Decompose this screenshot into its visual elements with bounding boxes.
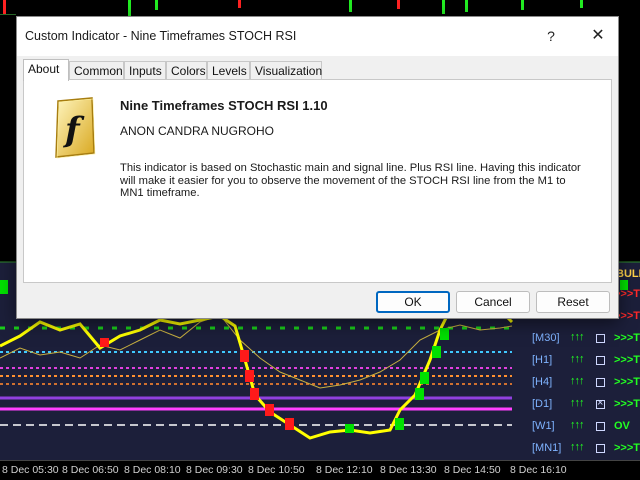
indicator-script-icon: f: [55, 97, 96, 159]
timeframe-row: [MN1] ↑↑↑ >>>T: [512, 438, 640, 460]
tab-levels[interactable]: Levels: [207, 61, 250, 81]
timeframe-name: [W1]: [532, 420, 555, 432]
timeframe-row: [M30] ↑↑↑ >>>T: [512, 328, 640, 350]
arrow-up-icon: ↑↑↑: [570, 419, 584, 431]
timeframe-signal: >>>T: [614, 442, 640, 454]
close-button[interactable]: ✕: [586, 25, 610, 47]
time-label: 8 Dec 10:50: [248, 464, 305, 476]
time-label: 8 Dec 16:10: [510, 464, 567, 476]
tab-inputs[interactable]: Inputs: [124, 61, 166, 81]
timeframe-row: [H1] ↑↑↑ >>>T: [512, 350, 640, 372]
timeframe-name: [H1]: [532, 354, 553, 366]
timeframe-signal: >>>T: [614, 354, 640, 366]
arrow-up-icon: ↑↑↑: [570, 353, 584, 365]
panel-header: BULL: [616, 268, 640, 280]
arrow-up-icon: ↑↑↑: [570, 397, 584, 409]
tab-about[interactable]: About: [23, 59, 69, 81]
timeframe-name: [H4]: [532, 376, 553, 388]
timeframe-name: [M30]: [532, 332, 560, 344]
timeframe-row: [D1] ↑↑↑ >>>T: [512, 394, 640, 416]
arrow-up-icon: ↑↑↑: [570, 331, 584, 343]
time-label: 8 Dec 13:30: [380, 464, 437, 476]
time-label: 8 Dec 14:50: [444, 464, 501, 476]
timeframe-signal: >>>T: [614, 376, 640, 388]
timeframe-signal: >>>T: [614, 398, 640, 410]
cancel-button[interactable]: Cancel: [456, 291, 530, 313]
tab-visualization[interactable]: Visualization: [250, 61, 322, 81]
timeframe-name: [D1]: [532, 398, 553, 410]
timeframe-signal: OV: [614, 420, 630, 432]
about-panel: f Nine Timeframes STOCH RSI 1.10 ANON CA…: [23, 79, 612, 283]
tab-common[interactable]: Common: [69, 61, 124, 81]
help-button[interactable]: ?: [539, 25, 563, 47]
custom-indicator-dialog[interactable]: Custom Indicator - Nine Timeframes STOCH…: [16, 16, 619, 319]
timeframe-checkbox[interactable]: [596, 356, 605, 365]
time-label: 8 Dec 09:30: [186, 464, 243, 476]
timeframe-signal: >>>T: [614, 332, 640, 344]
time-label: 8 Dec 12:10: [316, 464, 373, 476]
arrow-up-icon: ↑↑↑: [570, 441, 584, 453]
timeframe-checkbox[interactable]: [596, 378, 605, 387]
timeframe-checkbox[interactable]: [596, 397, 605, 409]
dialog-title: Custom Indicator - Nine Timeframes STOCH…: [25, 29, 297, 43]
timeframe-row: [W1] ↑↑↑ OV: [512, 416, 640, 438]
reset-button[interactable]: Reset: [536, 291, 610, 313]
indicator-description: This indicator is based on Stochastic ma…: [120, 162, 581, 200]
tab-colors[interactable]: Colors: [166, 61, 207, 81]
timeframe-name: [MN1]: [532, 442, 562, 454]
ok-button[interactable]: OK: [376, 291, 450, 313]
timeframe-row: [H4] ↑↑↑ >>>T: [512, 372, 640, 394]
arrow-up-icon: ↑↑↑: [570, 375, 584, 387]
time-label: 8 Dec 05:30: [2, 464, 59, 476]
time-label: 8 Dec 08:10: [124, 464, 181, 476]
dialog-titlebar[interactable]: Custom Indicator - Nine Timeframes STOCH…: [17, 17, 618, 56]
indicator-author: ANON CANDRA NUGROHO: [120, 124, 275, 138]
indicator-name: Nine Timeframes STOCH RSI 1.10: [120, 98, 328, 113]
time-label: 8 Dec 06:50: [62, 464, 119, 476]
timeframe-checkbox[interactable]: [596, 334, 605, 343]
timeframe-checkbox[interactable]: [596, 422, 605, 431]
timeframe-checkbox[interactable]: [596, 444, 605, 453]
